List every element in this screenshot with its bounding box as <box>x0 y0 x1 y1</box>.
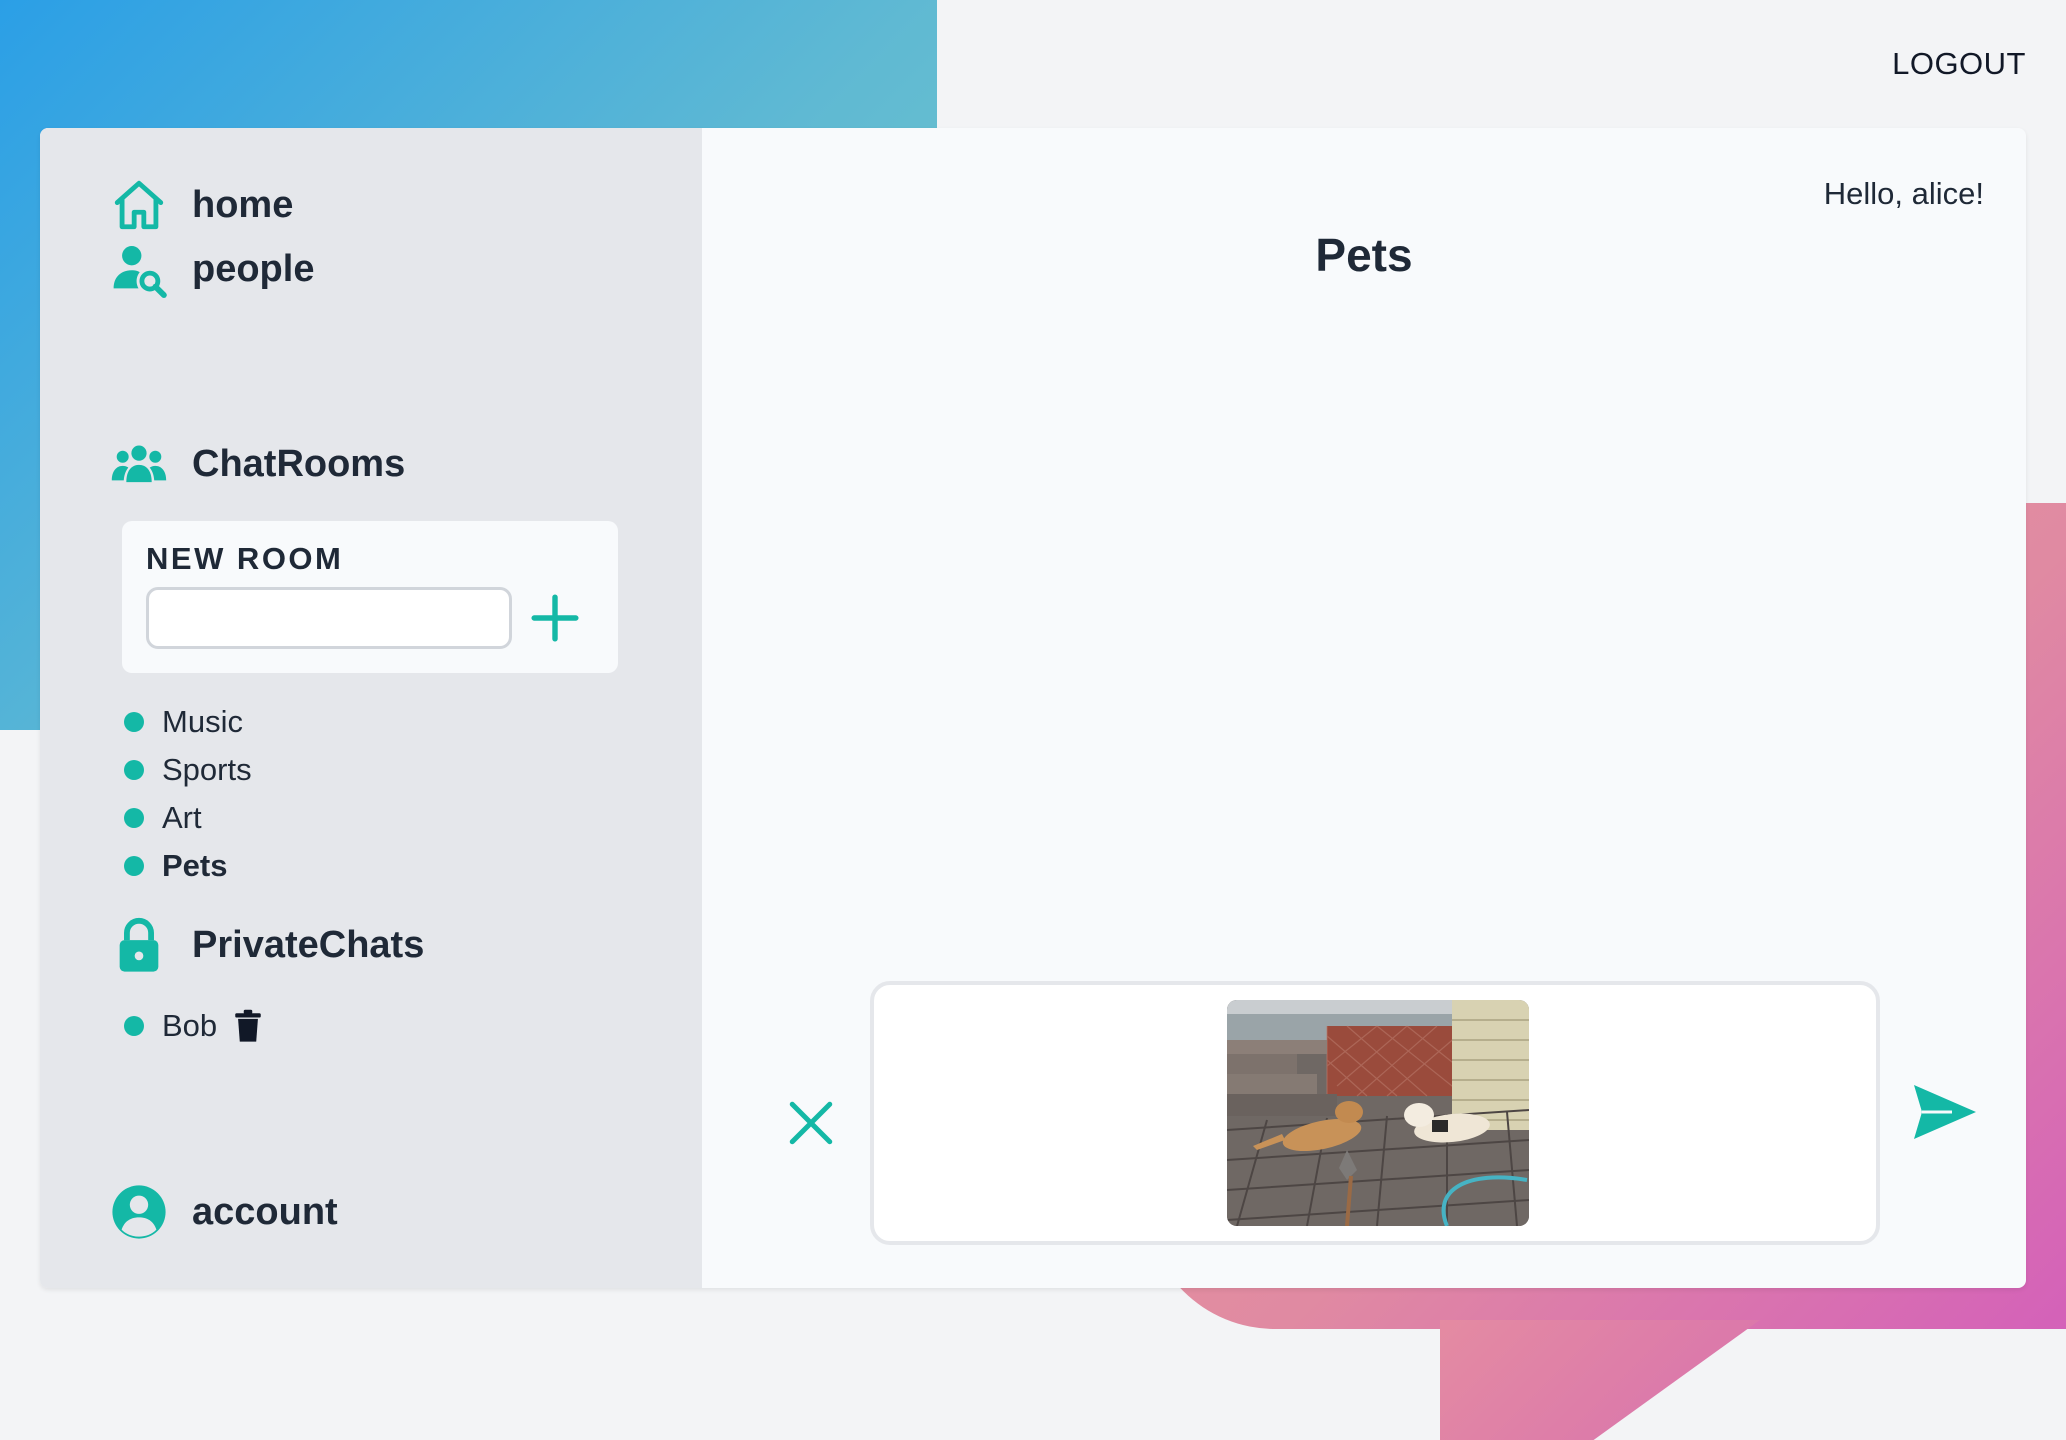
background-speech-tail <box>1440 1320 1760 1440</box>
bullet-dot <box>124 856 144 876</box>
new-room-form: NEW ROOM <box>122 521 618 673</box>
message-composer[interactable] <box>870 981 1880 1245</box>
nav-home-label: home <box>192 183 294 226</box>
room-item-pets[interactable]: Pets <box>124 842 252 890</box>
logout-button[interactable]: LOGOUT <box>1892 46 2026 82</box>
group-icon <box>110 435 168 493</box>
bullet-dot <box>124 712 144 732</box>
room-label: Art <box>162 800 202 835</box>
room-item-sports[interactable]: Sports <box>124 746 252 794</box>
bullet-dot <box>124 760 144 780</box>
room-title: Pets <box>1315 229 1413 281</box>
private-chat-label: Bob <box>162 1008 218 1043</box>
private-chats-heading-label: PrivateChats <box>192 923 425 966</box>
bullet-dot <box>124 1016 144 1036</box>
room-label: Music <box>162 704 243 739</box>
room-label: Pets <box>162 848 228 883</box>
send-button[interactable] <box>1912 1083 1978 1141</box>
room-item-music[interactable]: Music <box>124 698 252 746</box>
nav-home[interactable]: home <box>110 176 293 234</box>
people-search-icon <box>110 240 168 298</box>
new-room-label: NEW ROOM <box>146 541 344 576</box>
nav-account[interactable]: account <box>110 1183 338 1241</box>
sidebar: home people ChatRooms NEW ROOM Music Spo… <box>40 128 702 1288</box>
private-chats-heading: PrivateChats <box>110 916 424 974</box>
nav-people-label: people <box>192 247 315 290</box>
greeting: Hello, alice! <box>1823 176 1984 211</box>
chat-panel: Hello, alice! Pets <box>702 128 2026 1288</box>
app-card: home people ChatRooms NEW ROOM Music Spo… <box>40 128 2026 1288</box>
user-circle-icon <box>110 1183 168 1241</box>
room-list: Music Sports Art Pets <box>124 698 252 890</box>
private-chat-bob[interactable]: Bob <box>124 1002 263 1050</box>
nav-account-label: account <box>192 1190 338 1233</box>
cancel-attachment-button[interactable] <box>786 1098 836 1148</box>
nav-people[interactable]: people <box>110 240 314 298</box>
room-item-art[interactable]: Art <box>124 794 252 842</box>
new-room-input[interactable] <box>146 587 512 649</box>
private-chat-list: Bob <box>124 1002 263 1050</box>
dogs-photo <box>1227 1000 1529 1226</box>
image-preview <box>1227 1000 1529 1226</box>
lock-icon <box>110 916 168 974</box>
add-room-button[interactable] <box>530 593 580 643</box>
bullet-dot <box>124 808 144 828</box>
home-icon <box>110 176 168 234</box>
room-label: Sports <box>162 752 252 787</box>
chatrooms-heading: ChatRooms <box>110 435 405 493</box>
chatrooms-heading-label: ChatRooms <box>192 442 406 485</box>
trash-icon[interactable] <box>233 1009 263 1043</box>
